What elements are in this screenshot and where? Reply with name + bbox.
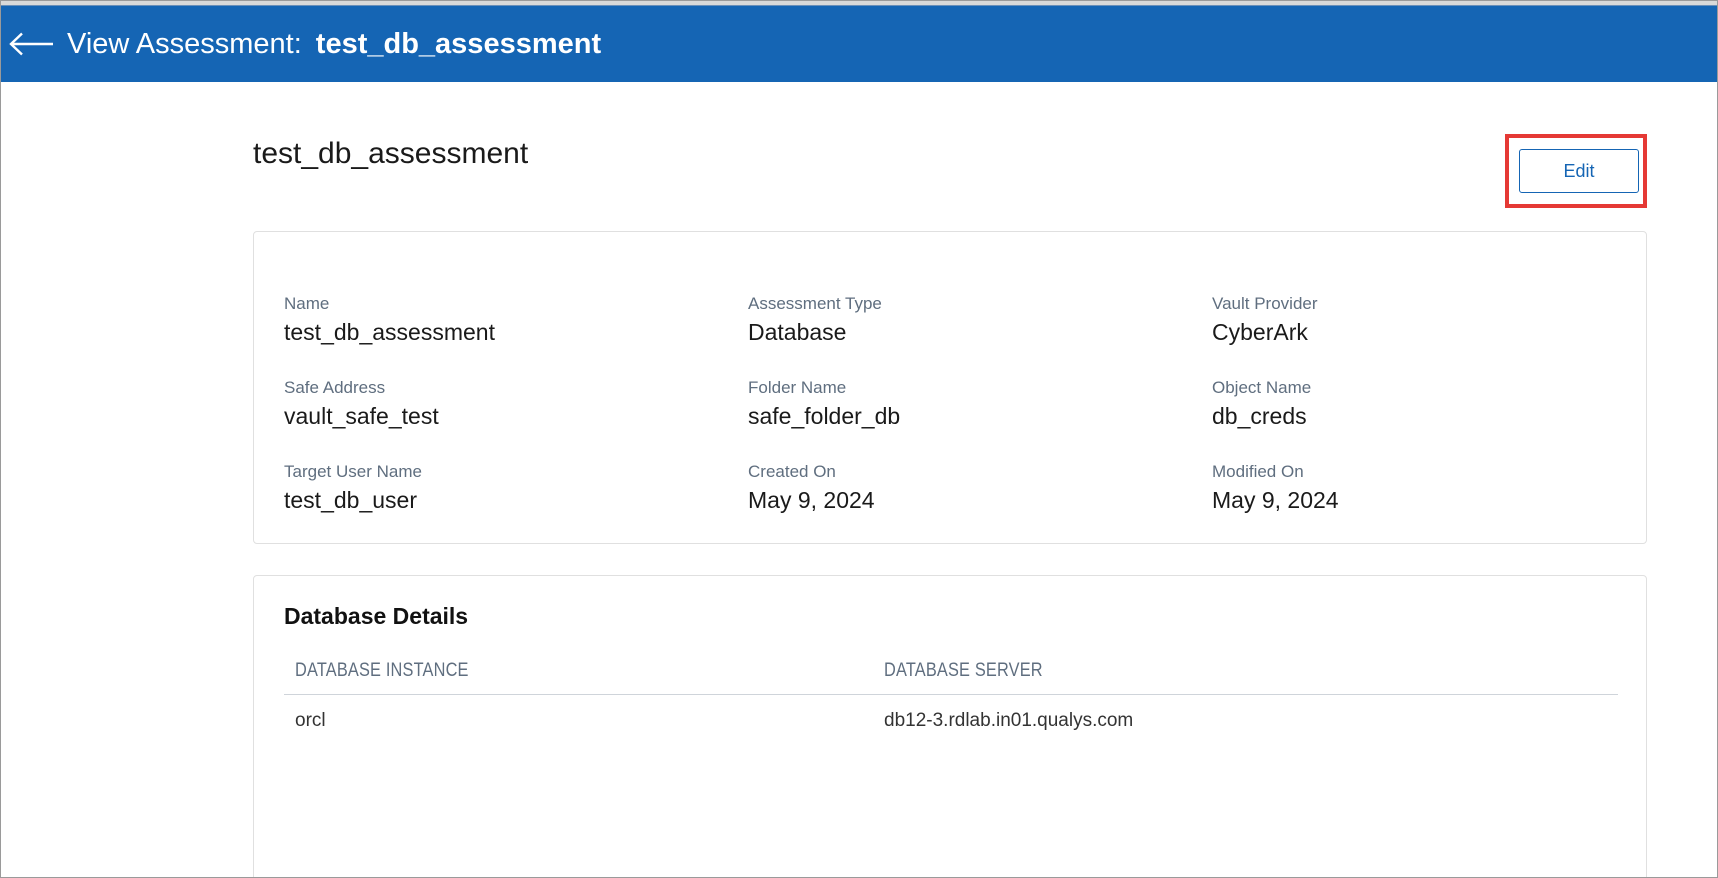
field-value: safe_folder_db	[748, 403, 901, 429]
field-value: test_db_assessment	[284, 319, 495, 345]
field-object-name: Object Name db_creds	[1212, 378, 1652, 430]
field-value: May 9, 2024	[1212, 487, 1339, 513]
field-name: Name test_db_assessment	[284, 294, 724, 346]
field-target-user-name: Target User Name test_db_user	[284, 462, 724, 514]
app-window: View Assessment: test_db_assessment test…	[0, 0, 1718, 878]
column-header-server: DATABASE SERVER	[884, 660, 1043, 681]
field-label: Safe Address	[284, 378, 386, 397]
field-value: test_db_user	[284, 487, 417, 513]
arrow-left-icon	[9, 32, 53, 56]
field-value: Database	[748, 319, 847, 345]
field-label: Created On	[748, 462, 836, 481]
field-label: Folder Name	[748, 378, 847, 397]
table-row: orcl db12-3.rdlab.in01.qualys.com	[284, 695, 1618, 747]
header-title-prefix: View Assessment:	[67, 27, 302, 60]
field-assessment-type: Assessment Type Database	[748, 294, 1188, 346]
field-value: db_creds	[1212, 403, 1307, 429]
field-modified-on: Modified On May 9, 2024	[1212, 462, 1652, 514]
assessment-details-card: Name test_db_assessment Assessment Type …	[253, 231, 1647, 544]
field-value: vault_safe_test	[284, 403, 439, 429]
field-folder-name: Folder Name safe_folder_db	[748, 378, 1188, 430]
page-title: test_db_assessment	[253, 137, 529, 170]
field-safe-address: Safe Address vault_safe_test	[284, 378, 724, 430]
field-label: Name	[284, 294, 330, 313]
field-value: CyberArk	[1212, 319, 1308, 345]
back-button[interactable]	[3, 14, 59, 74]
cell-server: db12-3.rdlab.in01.qualys.com	[884, 710, 1134, 731]
section-title: Database Details	[284, 603, 469, 629]
table-header: DATABASE INSTANCE DATABASE SERVER	[284, 648, 1618, 695]
field-value: May 9, 2024	[748, 487, 875, 513]
edit-button[interactable]: Edit	[1519, 149, 1639, 193]
field-label: Vault Provider	[1212, 294, 1318, 313]
field-vault-provider: Vault Provider CyberArk	[1212, 294, 1652, 346]
header-title-name: test_db_assessment	[315, 27, 602, 60]
column-header-instance: DATABASE INSTANCE	[295, 660, 469, 681]
field-label: Modified On	[1212, 462, 1304, 481]
field-created-on: Created On May 9, 2024	[748, 462, 1188, 514]
database-details-card: Database Details DATABASE INSTANCE DATAB…	[253, 575, 1647, 877]
field-label: Assessment Type	[748, 294, 882, 313]
field-label: Target User Name	[284, 462, 422, 481]
cell-instance: orcl	[295, 710, 326, 731]
field-label: Object Name	[1212, 378, 1312, 397]
header-bar: View Assessment: test_db_assessment	[1, 5, 1717, 82]
database-table: DATABASE INSTANCE DATABASE SERVER orcl d…	[284, 648, 1618, 747]
